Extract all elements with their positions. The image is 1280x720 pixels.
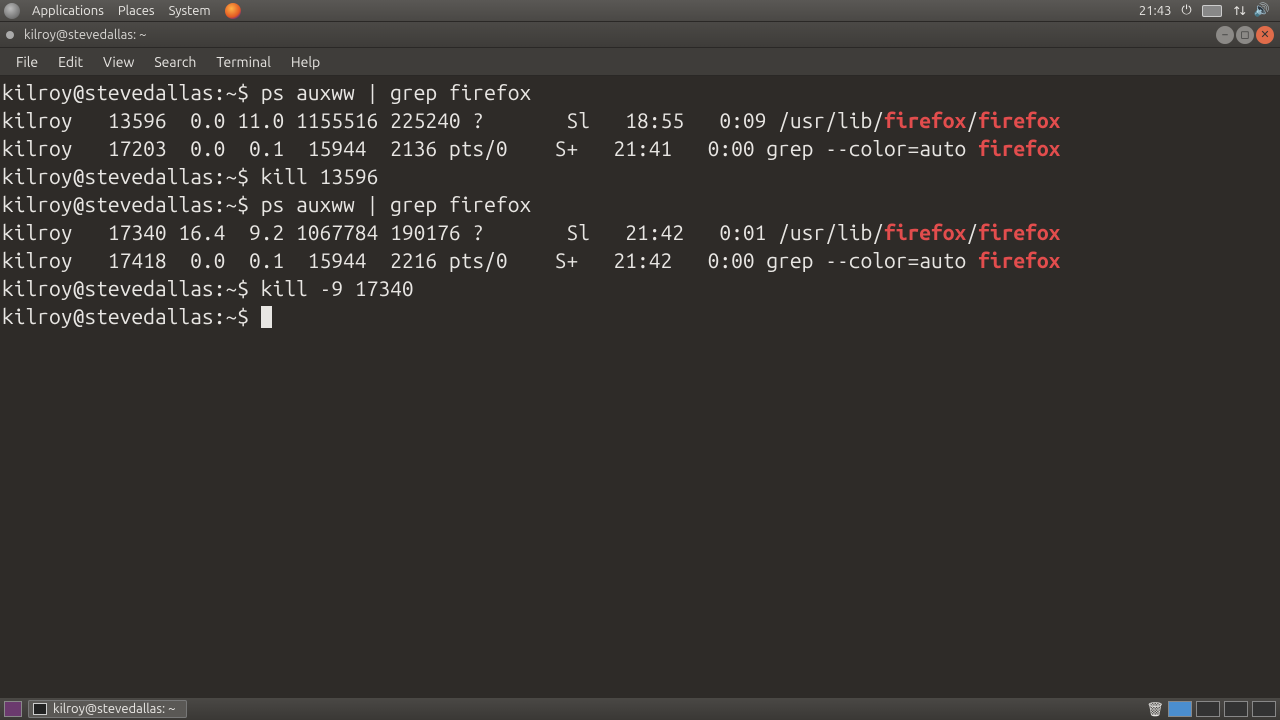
ps-output-row: kilroy 17340 16.4 9.2 1067784 190176 ? S… — [2, 220, 884, 244]
terminal-icon — [33, 703, 47, 715]
clock[interactable]: 21:43 — [1139, 4, 1172, 18]
close-button[interactable]: ✕ — [1256, 26, 1274, 44]
network-icon[interactable]: ↑↓ — [1232, 4, 1244, 18]
maximize-button[interactable]: ◻ — [1236, 26, 1254, 44]
workspace-4[interactable] — [1252, 701, 1276, 717]
prompt: kilroy@stevedallas:~$ — [2, 276, 261, 300]
window-app-icon — [6, 31, 14, 39]
window-titlebar[interactable]: kilroy@stevedallas: ~ – ◻ ✕ — [0, 22, 1280, 48]
taskbar-entry-label: kilroy@stevedallas: ~ — [53, 702, 176, 716]
top-panel-right: 21:43 ⏻ ↑↓ 🔊 — [1139, 3, 1276, 18]
grep-match: firefox — [978, 220, 1060, 244]
prompt: kilroy@stevedallas:~$ — [2, 164, 261, 188]
terminal-menubar: File Edit View Search Terminal Help — [0, 48, 1280, 76]
ps-output-row: kilroy 17203 0.0 0.1 15944 2136 pts/0 S+… — [2, 136, 978, 160]
cmd-kill-9: kill -9 17340 — [261, 276, 414, 300]
power-icon[interactable]: ⏻ — [1181, 3, 1191, 18]
terminal-viewport[interactable]: kilroy@stevedallas:~$ ps auxww | grep fi… — [0, 76, 1280, 698]
cmd-ps-grep-1: ps auxww | grep firefox — [261, 80, 531, 104]
top-panel-left: Applications Places System — [4, 3, 241, 19]
ps-output-row: kilroy 17418 0.0 0.1 15944 2216 pts/0 S+… — [2, 248, 978, 272]
sound-icon[interactable]: 🔊 — [1254, 3, 1270, 18]
gnome-logo-icon[interactable] — [4, 3, 20, 19]
top-panel: Applications Places System 21:43 ⏻ ↑↓ 🔊 — [0, 0, 1280, 22]
applications-menu[interactable]: Applications — [26, 4, 110, 18]
cursor — [261, 306, 272, 328]
grep-match: firefox — [884, 220, 966, 244]
window-title: kilroy@stevedallas: ~ — [24, 28, 147, 42]
taskbar-entry-terminal[interactable]: kilroy@stevedallas: ~ — [28, 700, 187, 718]
cmd-ps-grep-2: ps auxww | grep firefox — [261, 192, 531, 216]
cmd-kill-1: kill 13596 — [261, 164, 379, 188]
places-menu[interactable]: Places — [112, 4, 161, 18]
grep-match: firefox — [978, 136, 1060, 160]
menu-terminal[interactable]: Terminal — [206, 54, 281, 70]
workspace-3[interactable] — [1224, 701, 1248, 717]
menu-view[interactable]: View — [93, 54, 144, 70]
keyboard-icon[interactable] — [1202, 5, 1222, 17]
trash-icon[interactable]: 🗑 — [1146, 701, 1164, 718]
grep-match: firefox — [978, 248, 1060, 272]
menu-file[interactable]: File — [6, 54, 48, 70]
workspace-1[interactable] — [1168, 701, 1192, 717]
bottom-panel-right: 🗑 — [1146, 701, 1276, 718]
window-controls: – ◻ ✕ — [1216, 26, 1274, 44]
prompt: kilroy@stevedallas:~$ — [2, 80, 261, 104]
bottom-panel: kilroy@stevedallas: ~ 🗑 — [0, 698, 1280, 720]
system-menu[interactable]: System — [163, 4, 217, 18]
grep-match: firefox — [884, 108, 966, 132]
menu-search[interactable]: Search — [144, 54, 206, 70]
grep-match: firefox — [978, 108, 1060, 132]
show-desktop-button[interactable] — [4, 701, 22, 717]
ps-output-row: kilroy 13596 0.0 11.0 1155516 225240 ? S… — [2, 108, 884, 132]
workspace-2[interactable] — [1196, 701, 1220, 717]
prompt: kilroy@stevedallas:~$ — [2, 304, 261, 328]
prompt: kilroy@stevedallas:~$ — [2, 192, 261, 216]
firefox-launcher-icon[interactable] — [225, 3, 241, 19]
menu-help[interactable]: Help — [281, 54, 330, 70]
menu-edit[interactable]: Edit — [48, 54, 93, 70]
minimize-button[interactable]: – — [1216, 26, 1234, 44]
